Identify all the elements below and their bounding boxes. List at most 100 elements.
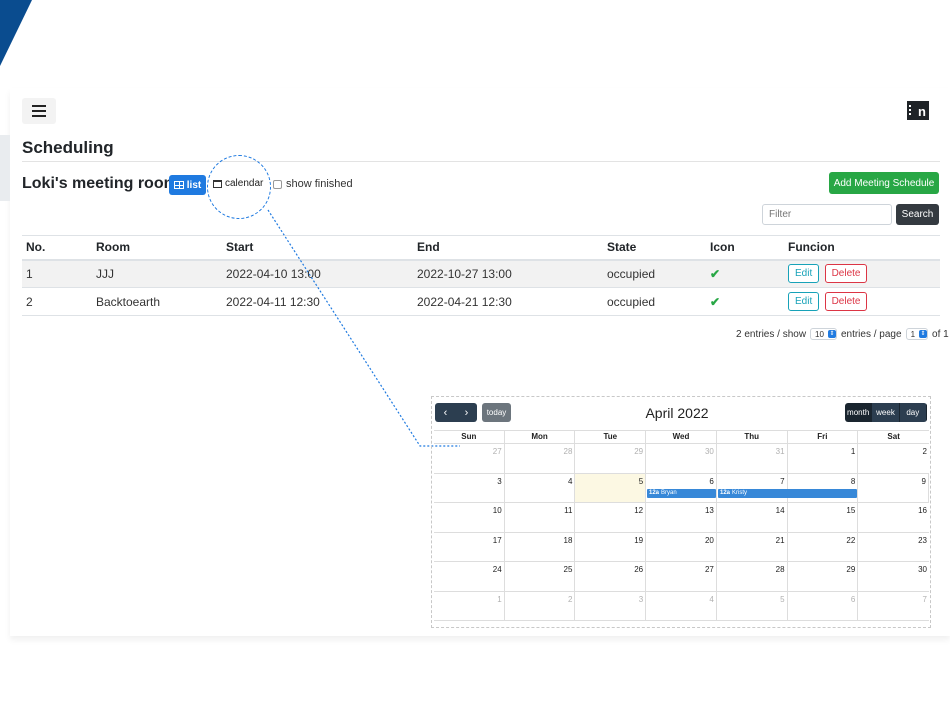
column-header-end[interactable]: End	[413, 235, 603, 261]
page-select[interactable]: 1 ⇕	[905, 328, 929, 340]
check-icon: ✔	[710, 294, 721, 309]
calendar-nav: ‹ ›	[435, 403, 477, 422]
day-cell[interactable]: 28	[505, 444, 576, 473]
show-finished-toggle[interactable]: show finished	[273, 178, 353, 190]
day-name: Sat	[887, 432, 900, 441]
table-header-row: No. Room Start End State Icon Funcion	[22, 235, 940, 261]
day-cell[interactable]: 7	[858, 592, 929, 621]
week-row: 27 28 29 30 31 1 2	[434, 444, 929, 474]
column-header-no[interactable]: No.	[22, 235, 92, 261]
show-finished-label: show finished	[286, 178, 353, 190]
pager-entries-text: 2 entries / show	[736, 328, 807, 340]
day-cell[interactable]: 28	[717, 562, 788, 591]
week-row: 17 18 19 20 21 22 23	[434, 532, 929, 562]
edit-button[interactable]: Edit	[788, 292, 820, 311]
event-time: 12a	[649, 489, 660, 496]
add-meeting-schedule-button[interactable]: Add Meeting Schedule	[829, 172, 939, 194]
day-cell[interactable]: 10	[434, 503, 505, 532]
day-cell[interactable]: 2	[858, 444, 929, 473]
filter-input[interactable]	[762, 204, 892, 225]
pager-total-text: of 1	[932, 328, 949, 340]
day-view-button[interactable]: day	[899, 403, 927, 422]
day-cell[interactable]: 4	[505, 473, 576, 502]
day-cell[interactable]: 30	[646, 444, 717, 473]
day-cell[interactable]: 11	[505, 503, 576, 532]
delete-button[interactable]: Delete	[824, 292, 868, 311]
calendar-event[interactable]: 12a Bryan	[647, 488, 716, 498]
prev-month-button[interactable]: ‹	[435, 403, 456, 422]
day-cell[interactable]: 5	[717, 591, 788, 620]
column-header-start[interactable]: Start	[222, 235, 413, 261]
event-title: Kristy	[732, 489, 748, 496]
day-cell[interactable]: 30	[858, 562, 929, 591]
list-view-button[interactable]: list	[169, 175, 206, 195]
column-header-icon[interactable]: Icon	[706, 235, 784, 261]
day-cell-today[interactable]: 5	[575, 473, 647, 502]
day-cell[interactable]: 19	[575, 532, 647, 561]
day-cell[interactable]: 12	[575, 503, 647, 532]
day-cell[interactable]: 4	[646, 591, 717, 620]
day-cell[interactable]: 31	[717, 444, 788, 473]
day-cell[interactable]: 8	[788, 473, 859, 502]
day-cell[interactable]: 25	[505, 562, 576, 591]
delete-button[interactable]: Delete	[824, 264, 868, 284]
calendar-panel: ‹ › today April 2022 month week day Sun …	[431, 396, 931, 628]
day-cell[interactable]: 24	[434, 562, 505, 591]
day-cell[interactable]: 3	[575, 591, 647, 620]
day-cell[interactable]: 6	[646, 473, 717, 502]
day-name: Wed	[646, 431, 717, 443]
page-value: 1	[910, 329, 916, 339]
divider	[22, 161, 940, 162]
calendar-view-switch: month week day	[845, 403, 927, 422]
cell-start: 2022-04-10 13:00	[222, 259, 413, 288]
day-cell[interactable]: 29	[575, 444, 647, 473]
edit-button[interactable]: Edit	[788, 264, 820, 284]
cell-end: 2022-04-21 12:30	[413, 287, 603, 316]
day-cell[interactable]: 7	[717, 473, 788, 502]
hamburger-icon[interactable]	[22, 98, 56, 124]
day-name: Mon	[505, 431, 576, 443]
day-cell[interactable]: 17	[434, 532, 505, 561]
list-view-label: list	[186, 179, 202, 191]
day-cell[interactable]: 1	[434, 591, 505, 620]
show-finished-checkbox[interactable]	[273, 179, 282, 189]
day-cell[interactable]: 9	[858, 473, 929, 502]
day-cell[interactable]: 13	[646, 503, 717, 532]
week-view-button[interactable]: week	[872, 403, 900, 422]
day-cell[interactable]: 29	[788, 562, 859, 591]
day-cell[interactable]: 26	[575, 562, 647, 591]
day-cell[interactable]: 1	[788, 444, 859, 473]
column-header-room[interactable]: Room	[92, 235, 222, 261]
corner-decoration	[0, 0, 32, 66]
day-cell[interactable]: 2	[505, 591, 576, 620]
day-cell[interactable]: 14	[717, 503, 788, 532]
day-cell[interactable]: 3	[434, 473, 505, 502]
cell-no: 2	[22, 287, 92, 316]
page-size-select[interactable]: 10 ⇕	[810, 328, 837, 340]
event-title: Bryan	[661, 489, 677, 496]
check-icon: ✔	[710, 266, 721, 281]
day-cell[interactable]: 18	[505, 532, 576, 561]
schedule-table: No. Room Start End State Icon Funcion 1 …	[22, 235, 940, 316]
day-cell[interactable]: 27	[434, 444, 505, 473]
cell-state: occupied	[603, 287, 706, 316]
table-row: 1 JJJ 2022-04-10 13:00 2022-10-27 13:00 …	[22, 259, 940, 288]
next-month-button[interactable]: ›	[456, 403, 477, 422]
column-header-state[interactable]: State	[603, 235, 706, 261]
day-cell[interactable]: 23	[858, 533, 929, 562]
day-cell[interactable]: 22	[788, 532, 859, 561]
brand-text: n	[918, 104, 926, 119]
day-cell[interactable]: 16	[858, 503, 929, 532]
month-view-button[interactable]: month	[845, 403, 873, 422]
day-cell[interactable]: 20	[646, 532, 717, 561]
week-row: 24 25 26 27 28 29 30	[434, 562, 929, 592]
search-button[interactable]: Search	[896, 204, 939, 225]
day-cell[interactable]: 21	[717, 532, 788, 561]
day-cell[interactable]: 6	[788, 591, 859, 620]
select-arrow-icon: ⇕	[827, 330, 836, 338]
calendar-event[interactable]: 12a Kristy	[718, 488, 857, 498]
day-cell[interactable]: 15	[788, 503, 859, 532]
today-button[interactable]: today	[482, 403, 511, 422]
day-cell[interactable]: 27	[646, 562, 717, 591]
building-icon[interactable]: n	[907, 101, 929, 120]
